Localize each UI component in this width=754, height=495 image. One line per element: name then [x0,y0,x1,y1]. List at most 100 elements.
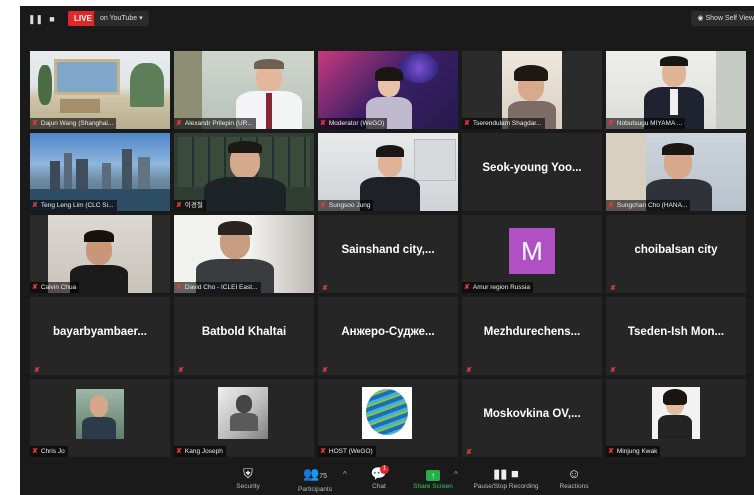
participant-name-label: ✘ HOST (WeGO) [318,446,376,457]
muted-mic-icon: ✘ [464,120,470,127]
participant-name: Sungchan Cho (HANA... [616,202,688,209]
muted-mic-icon: ✘ [610,367,616,374]
pause-icon[interactable]: ❚❚ [28,13,43,25]
muted-mic-icon: ✘ [176,202,182,209]
muted-mic-icon: ✘ [464,284,470,291]
participants-button[interactable]: 👥75 Participants [290,466,340,494]
participant-display-name: Batbold Khaltai [201,326,287,338]
name-tile[interactable]: Tseden-Ish Mon... ✘ [606,297,746,375]
video-tile[interactable]: ✘ Kang Joseph [174,379,314,457]
video-tile[interactable]: ✘ Alexandr Prilepin (UR... [174,51,314,129]
name-tile[interactable]: Анжеро-Судже... ✘ [318,297,458,375]
chat-button[interactable]: 💬 1 Chat [366,465,392,491]
muted-mic-icon: ✘ [608,120,614,127]
video-tile[interactable]: ✘ Chris Jo [30,379,170,457]
video-tile[interactable]: ✘ Minjung Kwak [606,379,746,457]
muted-mic-icon: ✘ [320,120,326,127]
participant-name-label: ✘ Teng Leng Lim (CLC Si... [30,200,117,211]
muted-mic-icon: ✘ [32,448,38,455]
muted-mic-icon: ✘ [32,284,38,291]
participant-name-label: ✘ Tserendulam Shagdar... [462,118,545,129]
share-screen-button[interactable]: ↑ Share Screen [408,466,458,491]
participant-name: Teng Leng Lim (CLC Si... [40,202,114,209]
recording-button[interactable]: ▮▮ ■ Pause/Stop Recording [468,466,544,491]
participant-name-label: ✘ Nobutsugu MIYAMA ... [606,118,686,129]
participant-display-name: Seok-young Yoo... [482,162,582,174]
participant-name-label: ✘ Calvin Chua [30,282,80,293]
muted-mic-icon: ✘ [608,448,614,455]
participant-name-label: ✘ 이경철 [174,200,206,211]
participant-name: Alexandr Prilepin (UR... [184,120,253,127]
muted-mic-icon: ✘ [176,448,182,455]
security-label: Security [236,483,260,490]
chevron-up-icon[interactable]: ^ [454,470,458,479]
video-tile[interactable]: ✘ Nobutsugu MIYAMA ... [606,51,746,129]
top-bar: ❚❚ ■ LIVE on YouTube ▾ ◉ Show Self View [20,6,754,32]
participant-name-label: ✘ Dajun Wang (Shanghai... [30,118,117,129]
muted-mic-icon: ✘ [610,285,616,292]
video-tile[interactable]: ✘ Dajun Wang (Shanghai... [30,51,170,129]
muted-mic-icon: ✘ [178,367,184,374]
participant-name: Minjung Kwak [616,448,658,455]
participant-name-label: ✘ Chris Jo [30,446,68,457]
participant-name: Calvin Chua [40,284,77,291]
participant-name: HOST (WeGO) [328,448,373,455]
video-tile[interactable]: ✘ Sungchan Cho (HANA... [606,133,746,211]
participants-label: Participants [298,486,332,493]
video-tile[interactable]: ✘ Tserendulam Shagdar... [462,51,602,129]
muted-mic-icon: ✘ [320,202,326,209]
share-screen-label: Share Screen [413,483,453,490]
chevron-up-icon[interactable]: ^ [343,470,347,479]
smiley-icon: ☺ [567,466,581,481]
muted-mic-icon: ✘ [32,202,38,209]
participant-display-name: bayarbyambaer... [53,326,147,338]
name-tile[interactable]: Sainshand city,... ✘ [318,215,458,293]
participant-display-name: Mezhdurechens... [483,326,581,338]
avatar-tile[interactable]: M ✘ Amur region Russia [462,215,602,293]
participant-display-name: Moskovkina OV,... [483,408,581,420]
participants-icon: 👥75 [303,466,327,481]
name-tile[interactable]: Seok-young Yoo... [462,133,602,211]
video-tile[interactable]: ✘ Calvin Chua [30,215,170,293]
participant-display-name: choibalsan city [634,244,718,256]
muted-mic-icon: ✘ [34,367,40,374]
participant-name: Sungsoo Jung [328,202,371,209]
name-tile[interactable]: bayarbyambaer... ✘ [30,297,170,375]
video-tile[interactable]: ✘ HOST (WeGO) [318,379,458,457]
name-tile[interactable]: Moskovkina OV,... ✘ [462,379,602,457]
name-tile[interactable]: Mezhdurechens... ✘ [462,297,602,375]
eye-icon: ◉ [697,15,704,22]
video-tile[interactable]: ✘ Sungsoo Jung [318,133,458,211]
name-tile[interactable]: Batbold Khaltai ✘ [174,297,314,375]
participant-name-label: ✘ Kang Joseph [174,446,226,457]
reactions-button[interactable]: ☺ Reactions [554,466,594,491]
show-self-view-label: Show Self View [705,15,754,22]
participant-name: David Cho - ICLEI East... [184,284,258,291]
participant-name-label: ✘ Amur region Russia [462,282,533,293]
stop-icon[interactable]: ■ [46,13,58,25]
youtube-dropdown[interactable]: on YouTube ▾ [94,11,149,26]
participant-name-label: ✘ Minjung Kwak [606,446,661,457]
video-tile-active-speaker[interactable]: ✘ 이경철 [174,133,314,211]
participant-name: Amur region Russia [472,284,530,291]
video-tile[interactable]: ✘ Teng Leng Lim (CLC Si... [30,133,170,211]
video-tile[interactable]: ✘ David Cho - ICLEI East... [174,215,314,293]
shield-icon: ⛨ [243,466,253,481]
name-tile[interactable]: choibalsan city ✘ [606,215,746,293]
participant-name-label: ✘ Sungchan Cho (HANA... [606,200,691,211]
meeting-toolbar: ⛨ Security 👥75 Participants ^ 💬 1 Chat ↑… [20,464,754,495]
reactions-label: Reactions [559,483,589,490]
participant-name-label: ✘ Moderator (WeGO) [318,118,388,129]
recording-label: Pause/Stop Recording [473,483,539,490]
security-button[interactable]: ⛨ Security [228,466,268,491]
participant-display-name: Sainshand city,... [341,244,435,256]
chat-badge: 1 [380,465,389,474]
video-tile[interactable]: ✘ Moderator (WeGO) [318,51,458,129]
share-screen-icon: ↑ [426,470,440,481]
youtube-label: on YouTube [100,15,138,22]
participant-name-label: ✘ Alexandr Prilepin (UR... [174,118,256,129]
participant-name: Moderator (WeGO) [328,120,385,127]
participant-grid: ✘ Dajun Wang (Shanghai... ✘ Alexandr Prile… [30,51,750,457]
participant-display-name: Tseden-Ish Mon... [627,326,725,338]
show-self-view-button[interactable]: ◉ Show Self View [691,11,754,26]
